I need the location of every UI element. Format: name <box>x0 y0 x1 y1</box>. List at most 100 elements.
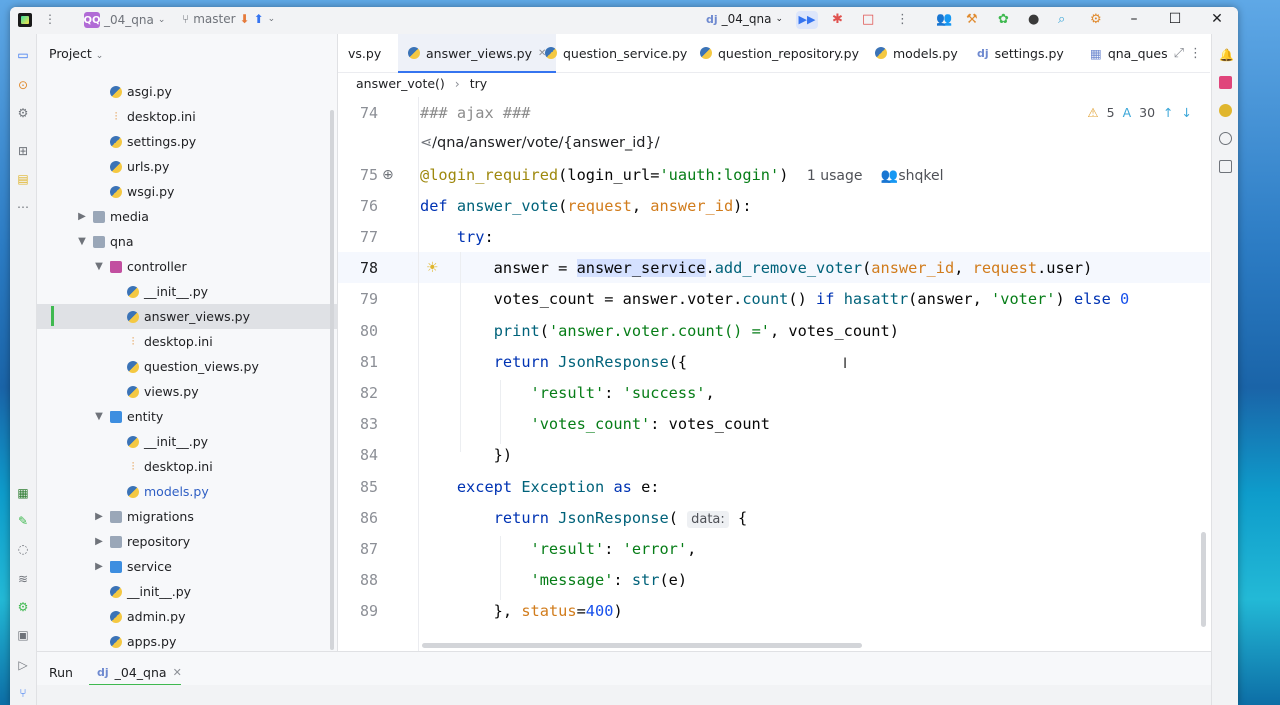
tabs-more-icon[interactable]: ⋮ <box>1189 46 1202 61</box>
python-file-icon <box>127 485 139 498</box>
database-icon[interactable] <box>1219 104 1232 117</box>
tree-item[interactable]: views.py <box>37 379 337 404</box>
tree-item[interactable]: ▶ media <box>37 204 337 229</box>
record-icon[interactable]: ● <box>1028 13 1039 27</box>
tree-item[interactable]: ▶ migrations <box>37 504 337 529</box>
inspection-widget[interactable]: ⚠ 5 A 30 ↑ ↓ <box>1087 105 1192 120</box>
breadcrumb-function[interactable]: answer_vote() <box>356 76 445 91</box>
code-with-me-icon[interactable]: 👥 <box>936 13 952 27</box>
editor-tab[interactable]: answer_views.py ✕ <box>398 34 557 73</box>
ai-assistant-icon[interactable]: ✿ <box>998 13 1009 27</box>
editor-horizontal-scrollbar[interactable] <box>422 643 862 648</box>
prev-highlight-icon[interactable]: ↑ <box>1163 105 1173 120</box>
structure-icon[interactable]: ⊞ <box>16 144 30 158</box>
git-icon[interactable]: ⑂ <box>16 686 30 700</box>
close-icon[interactable]: ✕ <box>173 666 182 679</box>
web-request-icon[interactable]: ⊕ <box>382 167 394 183</box>
editor-vertical-scrollbar[interactable] <box>1201 532 1206 627</box>
tree-item[interactable]: models.py <box>37 479 337 504</box>
run-config-selector[interactable]: dj _04_qna ⌄ <box>706 12 783 26</box>
tree-item[interactable]: ▶ service <box>37 554 337 579</box>
next-highlight-icon[interactable]: ↓ <box>1182 105 1192 120</box>
maximize-icon[interactable]: ☐ <box>1165 11 1185 27</box>
python-file-icon <box>110 85 122 98</box>
main-menu-icon[interactable]: ⋮ <box>44 12 56 26</box>
breadcrumb-block[interactable]: try <box>470 76 487 91</box>
tree-item[interactable]: __init__.py <box>37 429 337 454</box>
commit-icon[interactable]: ⊙ <box>16 78 30 92</box>
run-tool-icon[interactable]: ▷ <box>16 658 30 672</box>
tree-item[interactable]: question_views.py <box>37 354 337 379</box>
debug-icon[interactable]: ✱ <box>832 13 843 27</box>
more-icon[interactable]: ⋮ <box>896 13 909 27</box>
stop-icon[interactable]: □ <box>862 13 874 27</box>
module-folder-icon <box>110 560 122 573</box>
tree-item-label: views.py <box>144 384 199 399</box>
comment-text: ### ajax ### <box>420 104 531 122</box>
python-console-icon[interactable]: ◌ <box>16 542 30 556</box>
editor-tab[interactable]: dj settings.py <box>967 34 1074 72</box>
tree-item[interactable]: ⫶ desktop.ini <box>37 454 337 479</box>
tree-item[interactable]: ▼ entity <box>37 404 337 429</box>
chevron-down-icon[interactable]: ▼ <box>93 411 105 422</box>
usage-hint[interactable]: 1 usage <box>807 168 863 184</box>
plugins-icon[interactable] <box>1219 160 1232 173</box>
chevron-down-icon[interactable]: ▼ <box>76 236 88 247</box>
run-label[interactable]: Run <box>49 665 73 680</box>
minimize-icon[interactable]: – <box>1124 11 1144 27</box>
tree-item[interactable]: ▼ qna <box>37 229 337 254</box>
more-tools-icon[interactable]: ⋯ <box>16 200 30 214</box>
split-icon[interactable]: ⤢ <box>1174 46 1184 61</box>
tree-item[interactable]: answer_views.py <box>37 304 337 329</box>
author-name: shqkel <box>898 168 944 184</box>
code-line-77: try: <box>456 228 494 246</box>
rerun-icon[interactable]: ▶▶ <box>796 11 818 29</box>
project-panel-title[interactable]: Project ⌄ <box>49 46 103 61</box>
settings-icon[interactable]: ⚙ <box>1090 13 1102 27</box>
terminal-icon[interactable]: ▣ <box>16 628 30 642</box>
tree-item[interactable]: __init__.py <box>37 279 337 304</box>
tree-item[interactable]: ▼ controller <box>37 254 337 279</box>
python-packages-icon[interactable]: ✎ <box>16 514 30 528</box>
editor-tab[interactable]: models.py <box>865 34 968 72</box>
tree-item[interactable]: admin.py <box>37 604 337 629</box>
run-tab[interactable]: dj _04_qna ✕ <box>97 665 182 680</box>
project-scrollbar[interactable] <box>330 110 334 650</box>
code-line-74: ### ajax ### <box>420 104 531 122</box>
tree-item[interactable]: asgi.py <box>37 79 337 104</box>
chevron-down-icon[interactable]: ▼ <box>93 261 105 272</box>
tree-item[interactable]: ⫶ desktop.ini <box>37 104 337 129</box>
branch-switcher[interactable]: ⑂ master ⬇ ⬆ ⌄ <box>182 12 275 26</box>
coverage-icon[interactable] <box>1219 132 1232 145</box>
tree-item[interactable]: ⫶ desktop.ini <box>37 329 337 354</box>
editor-tab[interactable]: question_service.py <box>535 34 697 72</box>
vcs-push-icon: ⬆ <box>253 12 264 26</box>
chevron-right-icon[interactable]: ▶ <box>76 211 88 222</box>
tree-item[interactable]: __init__.py <box>37 579 337 604</box>
tree-item[interactable]: urls.py <box>37 154 337 179</box>
editor-tab[interactable]: ▦ qna_ques <box>1080 34 1178 72</box>
jetbrains-ai-icon[interactable] <box>1219 76 1232 89</box>
services-tool-icon[interactable]: ⚙ <box>16 600 30 614</box>
project-tool-icon[interactable]: ▭ <box>16 48 30 62</box>
chevron-right-icon[interactable]: ▶ <box>93 561 105 572</box>
chevron-right-icon[interactable]: ▶ <box>93 536 105 547</box>
url-mapping-hint[interactable]: ⋖/qna/answer/vote/{answer_id}/ <box>420 135 660 151</box>
excel-icon[interactable]: ▦ <box>16 486 30 500</box>
services-icon[interactable]: ⚙ <box>16 106 30 120</box>
bookmarks-icon[interactable]: ▤ <box>16 172 30 186</box>
chevron-right-icon[interactable]: ▶ <box>93 511 105 522</box>
editor-tab[interactable]: vs.py <box>338 34 391 72</box>
tree-item[interactable]: ▶ repository <box>37 529 337 554</box>
close-icon[interactable]: ✕ <box>1207 11 1227 27</box>
layers-icon[interactable]: ≋ <box>16 572 30 586</box>
project-switcher[interactable]: QQ _04_qna ⌄ <box>84 12 165 28</box>
build-icon[interactable]: ⚒ <box>966 13 978 27</box>
author-hint[interactable]: 👥shqkel <box>881 168 944 184</box>
search-icon[interactable]: ⌕ <box>1058 13 1065 27</box>
tree-item[interactable]: settings.py <box>37 129 337 154</box>
notifications-icon[interactable]: 🔔 <box>1219 48 1234 62</box>
warning-icon: ⚠ <box>1087 105 1099 120</box>
editor-tab[interactable]: question_repository.py <box>690 34 869 72</box>
tree-item[interactable]: wsgi.py <box>37 179 337 204</box>
